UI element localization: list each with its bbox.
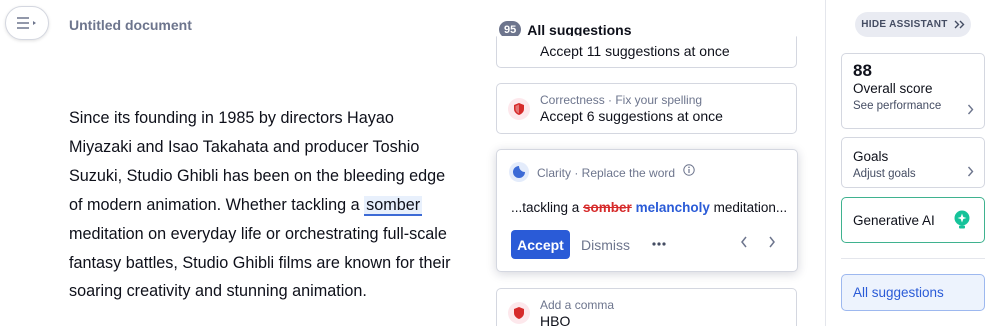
document-title[interactable]: Untitled document bbox=[69, 17, 192, 33]
inserted-word: melancholy bbox=[635, 200, 710, 215]
menu-icon bbox=[17, 17, 36, 29]
generative-ai-button[interactable]: Generative AI bbox=[841, 197, 985, 243]
score-label: Overall score bbox=[853, 81, 933, 96]
lightbulb-icon bbox=[954, 210, 970, 229]
clarity-icon bbox=[509, 162, 529, 182]
suggestion-sentence: ...tackling a somber melancholy meditati… bbox=[511, 200, 787, 215]
more-options-icon[interactable] bbox=[649, 235, 669, 253]
goals-title: Goals bbox=[853, 149, 889, 164]
shield-icon bbox=[508, 302, 530, 324]
suggestion-category: Clarity · Replace the word bbox=[537, 166, 676, 180]
accept-button[interactable]: Accept bbox=[511, 230, 570, 259]
body-text-after: meditation on everyday life or orchestra… bbox=[69, 224, 451, 301]
all-suggestions-button[interactable]: All suggestions bbox=[841, 274, 985, 311]
double-chevron-right-icon bbox=[954, 20, 965, 29]
suggestion-main-text: HBO bbox=[540, 313, 571, 326]
assistant-sidebar: HIDE ASSISTANT 88 Overall score See perf… bbox=[825, 0, 1000, 326]
highlighted-word[interactable]: somber bbox=[364, 195, 423, 216]
context-before: ...tackling a bbox=[511, 200, 584, 215]
suggestion-main-text: Accept 6 suggestions at once bbox=[540, 108, 723, 124]
chevron-right-icon[interactable] bbox=[768, 236, 776, 248]
sidebar-divider bbox=[841, 258, 985, 259]
suggestion-card-accept-all[interactable]: Accept 11 suggestions at once bbox=[496, 36, 797, 68]
suggestion-category: Add a comma bbox=[540, 298, 615, 312]
suggestion-card-comma[interactable]: Add a comma HBO bbox=[496, 288, 797, 326]
info-icon[interactable] bbox=[683, 164, 695, 176]
see-performance-link[interactable]: See performance bbox=[853, 100, 941, 112]
hide-assistant-label: HIDE ASSISTANT bbox=[861, 19, 948, 30]
context-after: meditation... bbox=[709, 200, 788, 215]
hide-assistant-button[interactable]: HIDE ASSISTANT bbox=[855, 12, 971, 37]
menu-button[interactable] bbox=[5, 6, 49, 40]
adjust-goals-link[interactable]: Adjust goals bbox=[853, 168, 916, 180]
suggestion-category: Correctness · Fix your spelling bbox=[540, 93, 703, 107]
suggestion-main-text: Accept 11 suggestions at once bbox=[540, 43, 730, 59]
chevron-left-icon[interactable] bbox=[740, 236, 748, 248]
chevron-right-icon bbox=[967, 104, 974, 115]
shield-icon bbox=[508, 98, 530, 120]
chevron-right-icon bbox=[967, 166, 974, 177]
dismiss-button[interactable]: Dismiss bbox=[581, 230, 630, 259]
overall-score-card[interactable]: 88 Overall score See performance bbox=[841, 53, 985, 129]
active-suggestion-card[interactable]: Clarity · Replace the word ...tackling a… bbox=[496, 149, 798, 272]
removed-word: somber bbox=[583, 200, 632, 215]
generative-ai-label: Generative AI bbox=[853, 213, 935, 228]
suggestion-card-correctness[interactable]: Correctness · Fix your spelling Accept 6… bbox=[496, 83, 797, 134]
goals-card[interactable]: Goals Adjust goals bbox=[841, 137, 985, 188]
score-value: 88 bbox=[853, 61, 872, 80]
document-body[interactable]: Since its founding in 1985 by directors … bbox=[69, 104, 459, 306]
